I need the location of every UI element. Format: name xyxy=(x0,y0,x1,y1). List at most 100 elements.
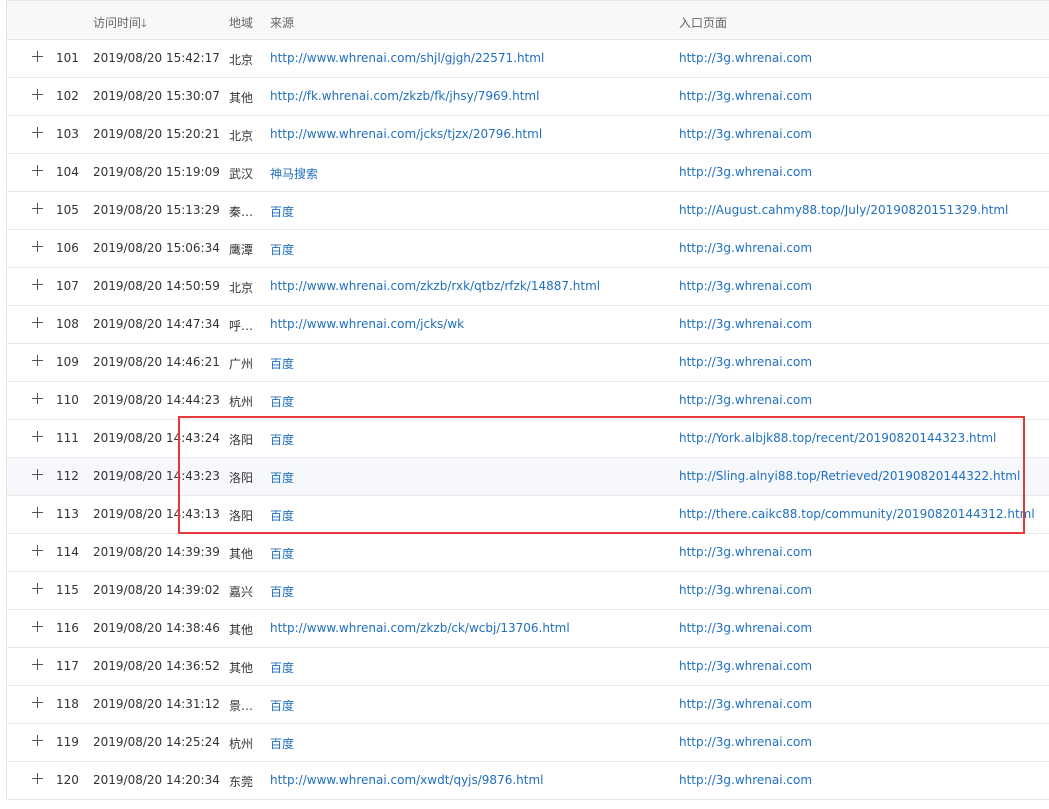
source-link[interactable]: 百度 xyxy=(270,545,294,562)
expand-plus-icon[interactable] xyxy=(31,581,45,595)
visit-time: 2019/08/20 14:20:34 xyxy=(93,773,220,787)
row-number: 118 xyxy=(56,697,79,711)
expand-plus-icon[interactable] xyxy=(31,239,45,253)
source-link[interactable]: 百度 xyxy=(270,431,294,448)
source-link[interactable]: 百度 xyxy=(270,697,294,714)
table-row: 119 2019/08/20 14:25:24 杭州 百度 http://3g.whre… xyxy=(7,724,1049,762)
source-link[interactable]: 百度 xyxy=(270,203,294,220)
expand-plus-icon[interactable] xyxy=(31,49,45,63)
table-row: 111 2019/08/20 14:43:24 洛阳 百度 http://York.al… xyxy=(7,420,1049,458)
expand-plus-icon[interactable] xyxy=(31,391,45,405)
region: 北京 xyxy=(229,53,254,67)
entry-page-link[interactable]: http://there.caikc88.top/community/20190… xyxy=(679,507,1035,521)
source-link[interactable]: http://www.whrenai.com/zkzb/rxk/qtbz/rfz… xyxy=(270,279,600,293)
expand-plus-icon[interactable] xyxy=(31,125,45,139)
source-link[interactable]: 百度 xyxy=(270,393,294,410)
expand-plus-icon[interactable] xyxy=(31,543,45,557)
expand-plus-icon[interactable] xyxy=(31,315,45,329)
table-row: 116 2019/08/20 14:38:46 其他 http://www.whren… xyxy=(7,610,1049,648)
expand-plus-icon[interactable] xyxy=(31,695,45,709)
region: 杭州 xyxy=(229,395,254,409)
table-row: 117 2019/08/20 14:36:52 其他 百度 http://3g.whre… xyxy=(7,648,1049,686)
table-row: 104 2019/08/20 15:19:09 武汉 神马搜索 http://3g.wh… xyxy=(7,154,1049,192)
sort-down-arrow-icon[interactable]: 🡓 xyxy=(141,17,147,30)
entry-page-link[interactable]: http://3g.whrenai.com xyxy=(679,393,812,407)
source-link[interactable]: 百度 xyxy=(270,241,294,258)
column-header-time[interactable]: 访问时间🡓 xyxy=(93,14,147,34)
row-number: 105 xyxy=(56,203,79,217)
visit-time: 2019/08/20 14:44:23 xyxy=(93,393,220,407)
expand-plus-icon[interactable] xyxy=(31,733,45,747)
entry-page-link[interactable]: http://Sling.alnyi88.top/Retrieved/20190… xyxy=(679,469,1020,483)
source-link[interactable]: http://www.whrenai.com/jcks/tjzx/20796.h… xyxy=(270,127,542,141)
entry-page-link[interactable]: http://3g.whrenai.com xyxy=(679,355,812,369)
source-link[interactable]: 神马搜索 xyxy=(270,165,318,182)
entry-page-link[interactable]: http://3g.whrenai.com xyxy=(679,621,812,635)
visit-time: 2019/08/20 14:36:52 xyxy=(93,659,220,673)
expand-plus-icon[interactable] xyxy=(31,201,45,215)
region: 其他 xyxy=(229,91,254,105)
entry-page-link[interactable]: http://3g.whrenai.com xyxy=(679,89,812,103)
expand-plus-icon[interactable] xyxy=(31,429,45,443)
entry-page-link[interactable]: http://3g.whrenai.com xyxy=(679,127,812,141)
source-link[interactable]: http://fk.whrenai.com/zkzb/fk/jhsy/7969.… xyxy=(270,89,539,103)
source-link[interactable]: 百度 xyxy=(270,735,294,752)
entry-page-link[interactable]: http://3g.whrenai.com xyxy=(679,165,812,179)
expand-plus-icon[interactable] xyxy=(31,467,45,481)
table-row: 103 2019/08/20 15:20:21 北京 http://www.whren… xyxy=(7,116,1049,154)
visit-time: 2019/08/20 15:13:29 xyxy=(93,203,220,217)
entry-page-link[interactable]: http://3g.whrenai.com xyxy=(679,545,812,559)
entry-page-link[interactable]: http://3g.whrenai.com xyxy=(679,583,812,597)
entry-page-link[interactable]: http://3g.whrenai.com xyxy=(679,697,812,711)
row-number: 116 xyxy=(56,621,79,635)
expand-plus-icon[interactable] xyxy=(31,505,45,519)
row-number: 107 xyxy=(56,279,79,293)
entry-page-link[interactable]: http://3g.whrenai.com xyxy=(679,241,812,255)
column-header-source: 来源 xyxy=(270,16,295,30)
region: 景… xyxy=(229,699,254,713)
source-link[interactable]: http://www.whrenai.com/shjl/gjgh/22571.h… xyxy=(270,51,544,65)
row-number: 102 xyxy=(56,89,79,103)
region: 洛阳 xyxy=(229,509,254,523)
source-link[interactable]: 百度 xyxy=(270,355,294,372)
expand-plus-icon[interactable] xyxy=(31,353,45,367)
row-number: 109 xyxy=(56,355,79,369)
table-row: 107 2019/08/20 14:50:59 北京 http://www.whren… xyxy=(7,268,1049,306)
region: 呼… xyxy=(229,319,254,333)
region: 其他 xyxy=(229,623,254,637)
source-link[interactable]: 百度 xyxy=(270,507,294,524)
region: 东莞 xyxy=(229,775,254,789)
region: 其他 xyxy=(229,661,254,675)
row-number: 114 xyxy=(56,545,79,559)
source-link[interactable]: 百度 xyxy=(270,583,294,600)
region: 嘉兴 xyxy=(229,585,254,599)
expand-plus-icon[interactable] xyxy=(31,657,45,671)
source-link[interactable]: http://www.whrenai.com/xwdt/qyjs/9876.ht… xyxy=(270,773,544,787)
table-row: 115 2019/08/20 14:39:02 嘉兴 百度 http://3g.whre… xyxy=(7,572,1049,610)
region: 洛阳 xyxy=(229,471,254,485)
row-number: 104 xyxy=(56,165,79,179)
expand-plus-icon[interactable] xyxy=(31,163,45,177)
source-link[interactable]: http://www.whrenai.com/jcks/wk xyxy=(270,317,464,331)
region: 洛阳 xyxy=(229,433,254,447)
entry-page-link[interactable]: http://3g.whrenai.com xyxy=(679,735,812,749)
entry-page-link[interactable]: http://3g.whrenai.com xyxy=(679,317,812,331)
expand-plus-icon[interactable] xyxy=(31,87,45,101)
entry-page-link[interactable]: http://3g.whrenai.com xyxy=(679,659,812,673)
entry-page-link[interactable]: http://August.cahmy88.top/July/201908201… xyxy=(679,203,1008,217)
row-number: 117 xyxy=(56,659,79,673)
entry-page-link[interactable]: http://3g.whrenai.com xyxy=(679,279,812,293)
entry-page-link[interactable]: http://3g.whrenai.com xyxy=(679,51,812,65)
row-number: 110 xyxy=(56,393,79,407)
column-header-entry: 入口页面 xyxy=(679,16,728,30)
source-link[interactable]: 百度 xyxy=(270,659,294,676)
table-row: 109 2019/08/20 14:46:21 广州 百度 http://3g.whre… xyxy=(7,344,1049,382)
expand-plus-icon[interactable] xyxy=(31,619,45,633)
entry-page-link[interactable]: http://York.albjk88.top/recent/201908201… xyxy=(679,431,996,445)
table-row: 118 2019/08/20 14:31:12 景… 百度 http://3g.whre… xyxy=(7,686,1049,724)
expand-plus-icon[interactable] xyxy=(31,277,45,291)
expand-plus-icon[interactable] xyxy=(31,771,45,785)
source-link[interactable]: 百度 xyxy=(270,469,294,486)
source-link[interactable]: http://www.whrenai.com/zkzb/ck/wcbj/1370… xyxy=(270,621,570,635)
entry-page-link[interactable]: http://3g.whrenai.com xyxy=(679,773,812,787)
